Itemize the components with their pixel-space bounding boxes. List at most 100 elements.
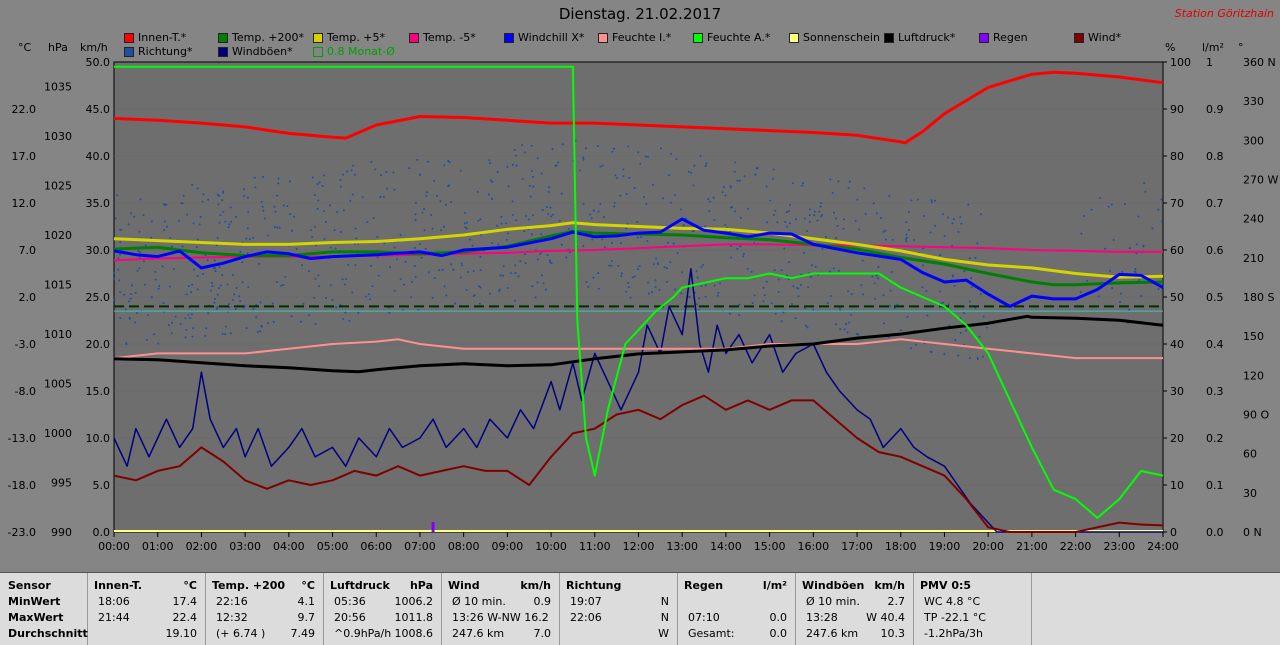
direction-dot [941,213,944,216]
direction-dot [184,317,187,320]
direction-dot [762,300,765,303]
direction-dot [130,212,133,215]
direction-dot [333,229,336,232]
direction-dot [770,302,773,305]
direction-dot [117,257,120,260]
direction-dot [858,228,861,231]
direction-dot [513,299,516,302]
direction-dot [622,175,625,178]
direction-dot [926,314,929,317]
x-tick-label: 18:00 [885,540,917,553]
direction-dot [119,241,122,244]
x-tick-label: 13:00 [666,540,698,553]
direction-dot [665,267,668,270]
column-title: Luftdruck [330,579,390,592]
direction-dot [608,264,611,267]
direction-dot [1124,203,1127,206]
direction-dot [547,212,550,215]
direction-dot [418,173,421,176]
direction-dot [227,303,230,306]
direction-dot [263,217,266,220]
direction-dot [619,194,622,197]
direction-dot [666,241,669,244]
direction-dot [679,208,682,211]
legend-item: Sonnenschein [789,31,880,44]
direction-dot [791,302,794,305]
direction-tick-label: 150 [1243,330,1264,343]
direction-dot [478,302,481,305]
direction-dot [909,347,912,350]
direction-dot [365,295,368,298]
hpa-tick-label: 1000 [44,427,72,440]
direction-dot [652,183,655,186]
percent-tick-label: 10 [1170,479,1184,492]
direction-dot [114,217,117,220]
max-time: TP -22.1 °C [924,611,986,624]
direction-dot [241,281,244,284]
direction-dot [346,170,349,173]
direction-dot [536,157,539,160]
direction-dot [447,185,450,188]
celsius-tick-label: -23.0 [8,526,36,539]
direction-dot [278,226,281,229]
direction-dot [1157,208,1160,211]
direction-dot [119,317,122,320]
direction-dot [636,268,639,271]
legend-label: Feuchte A.* [707,31,771,44]
direction-dot [276,194,279,197]
direction-dot [930,201,933,204]
direction-dot [597,272,600,275]
direction-dot [848,321,851,324]
direction-dot [259,301,262,304]
x-tick-label: 20:00 [972,540,1004,553]
direction-dot [136,312,139,315]
direction-dot [877,277,880,280]
direction-dot [154,278,157,281]
direction-dot [873,282,876,285]
direction-dot [207,312,210,315]
direction-dot [666,280,669,283]
direction-dot [801,184,804,187]
celsius-tick-label: -8.0 [15,385,36,398]
direction-dot [192,222,195,225]
direction-dot [792,285,795,288]
direction-dot [582,245,585,248]
direction-dot [780,320,783,323]
direction-dot [368,293,371,296]
direction-dot [379,174,382,177]
column-unit: °C [183,579,197,592]
direction-dot [585,281,588,284]
direction-dot [696,276,699,279]
direction-dot [1134,267,1137,270]
direction-dot [142,214,145,217]
direction-dot [777,291,780,294]
direction-dot [914,343,917,346]
direction-dot [524,253,527,256]
direction-dot [196,274,199,277]
legend-item: Innen-T.* [124,31,186,44]
max-time: 07:10 [688,611,720,624]
station-name: Station Göritzhain [1174,7,1274,20]
min-value: N [660,595,669,608]
direction-dot [890,271,893,274]
direction-dot [728,312,731,315]
direction-dot [652,263,655,266]
direction-dot [558,219,561,222]
max-value: 1011.8 [394,611,434,624]
direction-dot [591,238,594,241]
direction-dot [399,278,402,281]
direction-dot [718,282,721,285]
avg-value: 0.0 [769,627,788,640]
direction-dot [138,230,141,233]
direction-dot [348,319,351,322]
legend-item: Windböen* [218,45,293,58]
direction-dot [568,227,571,230]
direction-dot [497,243,500,246]
direction-dot [443,164,446,167]
direction-dot [226,283,229,286]
direction-dot [308,314,311,317]
direction-dot [814,265,817,268]
direction-dot [810,264,813,267]
direction-dot [316,182,319,185]
direction-dot [393,188,396,191]
